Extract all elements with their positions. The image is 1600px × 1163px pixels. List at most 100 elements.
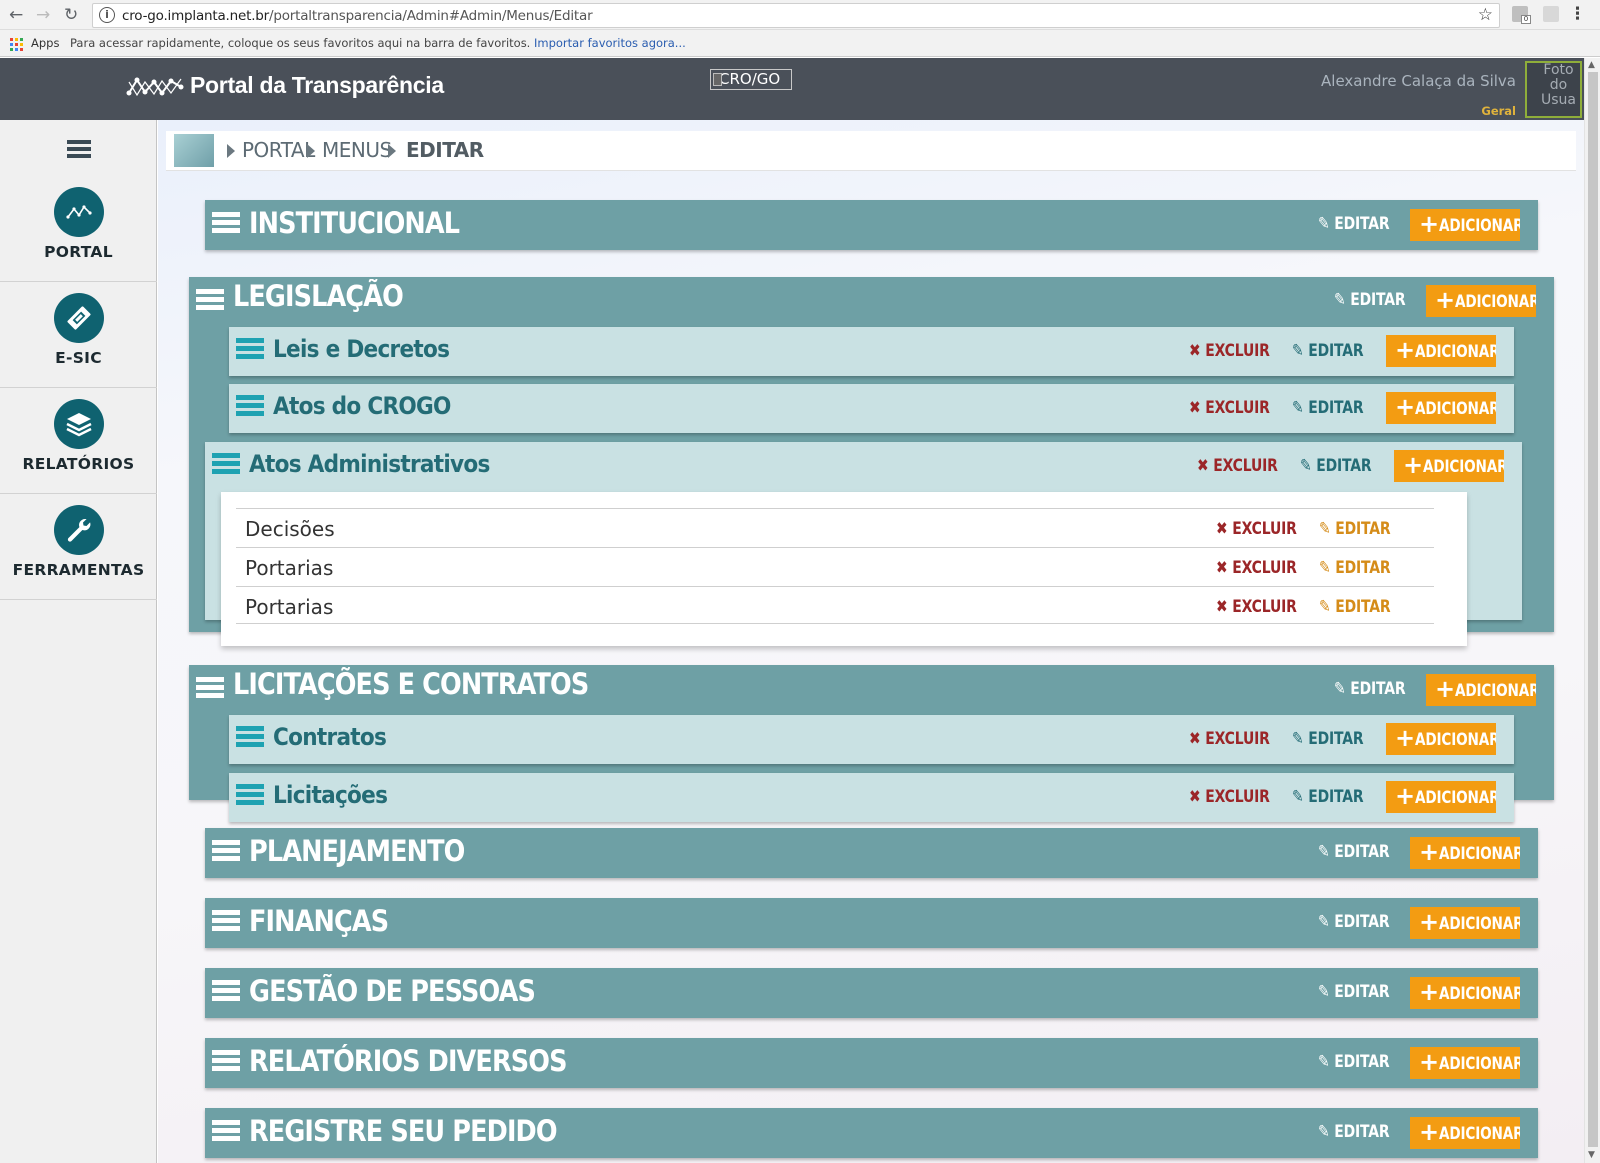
list-item[interactable]: Decisões ✖ EXCLUIR ✎ EDITAR	[236, 508, 1434, 546]
sidebar-item-ferramentas[interactable]: FERRAMENTAS	[0, 494, 157, 600]
sidebar-toggle-icon[interactable]	[67, 140, 91, 158]
drag-handle-icon[interactable]	[196, 677, 224, 699]
delete-button[interactable]: ✖ EXCLUIR	[1189, 341, 1270, 361]
edit-button[interactable]: ✎ EDITAR	[1318, 842, 1390, 862]
edit-button[interactable]: ✎ EDITAR	[1318, 1122, 1390, 1142]
drag-handle-icon[interactable]	[212, 453, 240, 475]
section-title: GESTÃO DE PESSOAS	[249, 974, 536, 1008]
apps-link[interactable]: Apps	[31, 36, 59, 50]
drag-handle-icon[interactable]	[236, 726, 264, 748]
add-button[interactable]: + ADICIONAR	[1410, 837, 1520, 869]
edit-button[interactable]: ✎ EDITAR	[1319, 558, 1391, 578]
sidebar-item-portal[interactable]: PORTAL	[0, 176, 157, 282]
scroll-down-icon[interactable]: ▼	[1588, 1150, 1595, 1160]
delete-button[interactable]: ✖ EXCLUIR	[1189, 729, 1270, 749]
add-button[interactable]: + ADICIONAR	[1410, 1047, 1520, 1079]
drag-handle-icon[interactable]	[212, 1120, 240, 1142]
section-title: LEGISLAÇÃO	[233, 279, 404, 313]
edit-button[interactable]: ✎ EDITAR	[1292, 341, 1364, 361]
back-icon[interactable]: ←	[9, 5, 23, 25]
forward-icon[interactable]: →	[36, 5, 50, 25]
edit-button[interactable]: ✎ EDITAR	[1292, 729, 1364, 749]
edit-label: EDITAR	[1308, 729, 1364, 749]
drag-handle-icon[interactable]	[212, 212, 240, 234]
delete-label: EXCLUIR	[1232, 519, 1297, 539]
drag-handle-icon[interactable]	[212, 980, 240, 1002]
drag-handle-icon[interactable]	[196, 289, 224, 311]
delete-label: EXCLUIR	[1232, 558, 1297, 578]
sidebar-item-relatorios[interactable]: RELATÓRIOS	[0, 388, 157, 494]
sidebar-item-esic[interactable]: E-SIC	[0, 282, 157, 388]
pencil-icon: ✎	[1292, 729, 1304, 749]
plus-icon: +	[1419, 1118, 1440, 1146]
portal-title[interactable]: Portal da Transparência	[190, 72, 444, 99]
edit-button[interactable]: ✎ EDITAR	[1318, 1052, 1390, 1072]
breadcrumb-portal[interactable]: PORTAL	[242, 138, 315, 162]
add-button[interactable]: + ADICIONAR	[1410, 1117, 1520, 1149]
delete-button[interactable]: ✖ EXCLUIR	[1216, 558, 1297, 578]
pencil-icon: ✎	[1334, 679, 1346, 699]
pencil-icon: ✎	[1292, 341, 1304, 361]
section-title: REGISTRE SEU PEDIDO	[249, 1114, 558, 1148]
drag-handle-icon[interactable]	[212, 840, 240, 862]
edit-button[interactable]: ✎ EDITAR	[1318, 912, 1390, 932]
delete-button[interactable]: ✖ EXCLUIR	[1216, 597, 1297, 617]
extension-icon[interactable]: 0	[1512, 6, 1531, 24]
address-bar[interactable]: i cro-go.implanta.net.br/portaltranspare…	[92, 3, 1500, 28]
drag-handle-icon[interactable]	[212, 1050, 240, 1072]
add-button[interactable]: + ADICIONAR	[1426, 285, 1536, 317]
pencil-icon: ✎	[1319, 558, 1331, 578]
plus-icon: +	[1435, 675, 1456, 703]
import-bookmarks-link[interactable]: Importar favoritos agora...	[534, 36, 686, 50]
edit-label: EDITAR	[1334, 982, 1390, 1002]
delete-label: EXCLUIR	[1213, 456, 1278, 476]
scroll-up-icon[interactable]: ▲	[1588, 60, 1595, 70]
delete-button[interactable]: ✖ EXCLUIR	[1216, 519, 1297, 539]
edit-button[interactable]: ✎ EDITAR	[1318, 214, 1390, 234]
scrollbar-thumb[interactable]	[1588, 72, 1598, 1147]
page-scrollbar[interactable]: ▲ ▼	[1584, 58, 1600, 1163]
delete-button[interactable]: ✖ EXCLUIR	[1197, 456, 1278, 476]
menu-kebab-icon[interactable]: ⋮	[1569, 4, 1586, 24]
subsection-title: Leis e Decretos	[273, 335, 450, 363]
add-button[interactable]: + ADICIONAR	[1386, 335, 1496, 367]
add-button[interactable]: + ADICIONAR	[1410, 907, 1520, 939]
reload-icon[interactable]: ↻	[64, 5, 78, 25]
add-button[interactable]: + ADICIONAR	[1410, 977, 1520, 1009]
list-item[interactable]: Portarias ✖ EXCLUIR ✎ EDITAR	[236, 547, 1434, 585]
apps-grid-icon[interactable]	[10, 38, 23, 51]
list-item[interactable]: Portarias ✖ EXCLUIR ✎ EDITAR	[236, 586, 1434, 624]
add-button[interactable]: + ADICIONAR	[1426, 674, 1536, 706]
add-button[interactable]: + ADICIONAR	[1410, 209, 1520, 241]
extension-pdf-icon[interactable]	[1543, 6, 1559, 22]
add-button[interactable]: + ADICIONAR	[1386, 392, 1496, 424]
breadcrumb-menus[interactable]: MENUS	[322, 138, 392, 162]
drag-handle-icon[interactable]	[236, 395, 264, 417]
edit-button[interactable]: ✎ EDITAR	[1292, 787, 1364, 807]
edit-button[interactable]: ✎ EDITAR	[1318, 982, 1390, 1002]
add-button[interactable]: + ADICIONAR	[1386, 723, 1496, 755]
edit-button[interactable]: ✎ EDITAR	[1300, 456, 1372, 476]
delete-button[interactable]: ✖ EXCLUIR	[1189, 398, 1270, 418]
bookmark-star-icon[interactable]: ☆	[1478, 5, 1493, 25]
subsection-licitacoes: Licitações ✖ EXCLUIR ✎ EDITAR + ADICIONAR	[229, 773, 1514, 822]
section-planejamento: PLANEJAMENTO ✎ EDITAR + ADICIONAR	[205, 828, 1538, 878]
drag-handle-icon[interactable]	[212, 910, 240, 932]
drag-handle-icon[interactable]	[236, 338, 264, 360]
subsection-leis-e-decretos: Leis e Decretos ✖ EXCLUIR ✎ EDITAR + ADIC…	[229, 327, 1514, 376]
edit-button[interactable]: ✎ EDITAR	[1292, 398, 1364, 418]
add-button[interactable]: + ADICIONAR	[1386, 781, 1496, 813]
user-avatar[interactable]: Foto do Usua	[1525, 61, 1582, 118]
edit-button[interactable]: ✎ EDITAR	[1319, 597, 1391, 617]
edit-button[interactable]: ✎ EDITAR	[1319, 519, 1391, 539]
info-icon[interactable]: i	[99, 7, 115, 23]
delete-button[interactable]: ✖ EXCLUIR	[1189, 787, 1270, 807]
user-name[interactable]: Alexandre Calaça da Silva	[1276, 73, 1516, 89]
edit-label: EDITAR	[1335, 597, 1391, 617]
add-button[interactable]: + ADICIONAR	[1394, 450, 1504, 482]
x-icon: ✖	[1197, 456, 1209, 476]
plus-icon: +	[1419, 210, 1440, 238]
edit-button[interactable]: ✎ EDITAR	[1334, 679, 1406, 699]
drag-handle-icon[interactable]	[236, 784, 264, 806]
edit-button[interactable]: ✎ EDITAR	[1334, 290, 1406, 310]
